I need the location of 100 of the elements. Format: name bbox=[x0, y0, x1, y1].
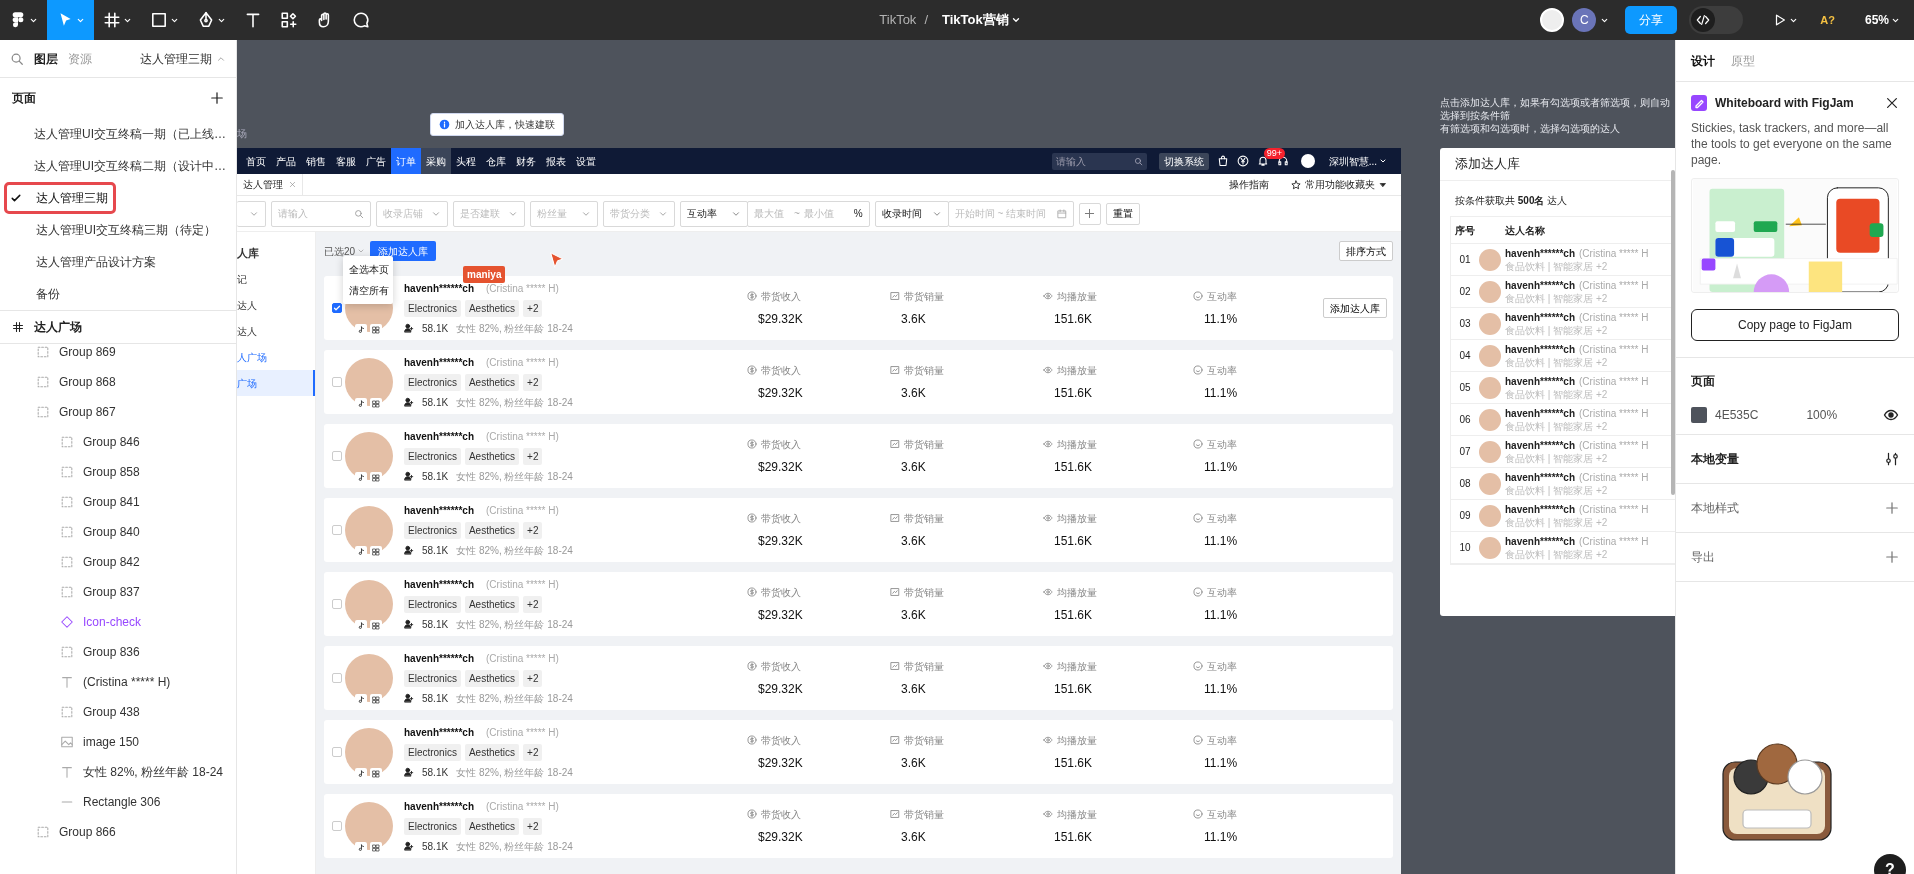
favorites-menu[interactable]: 常用功能收藏夹 bbox=[1285, 177, 1393, 192]
nav-tab[interactable]: 销售 bbox=[301, 148, 331, 174]
guide-link[interactable]: 操作指南 bbox=[1229, 177, 1269, 192]
sort-button[interactable]: 排序方式 bbox=[1339, 241, 1393, 261]
select-field[interactable] bbox=[237, 200, 266, 227]
add-filter-button[interactable] bbox=[1078, 202, 1101, 225]
section-heading[interactable]: 本地变量 bbox=[1691, 450, 1739, 468]
zoom-menu[interactable]: 65% bbox=[1858, 11, 1906, 29]
nav-tab[interactable]: 财务 bbox=[511, 148, 541, 174]
layer-item[interactable]: Icon-check bbox=[0, 607, 236, 637]
layer-item[interactable]: 女性 82%, 粉丝年龄 18-24 bbox=[0, 757, 236, 787]
nav-tab[interactable]: 仓库 bbox=[481, 148, 511, 174]
checkbox[interactable] bbox=[332, 821, 342, 831]
page-item[interactable]: 达人管理UI交互终稿一期（已上线… bbox=[0, 118, 236, 150]
color-swatch[interactable] bbox=[1691, 407, 1707, 423]
file-name-menu[interactable]: TikTok营销 bbox=[936, 10, 1027, 30]
nav-tab[interactable]: 产品 bbox=[271, 148, 301, 174]
avatar-placeholder[interactable] bbox=[1540, 8, 1565, 32]
section-heading[interactable]: 本地样式 bbox=[1691, 499, 1739, 517]
creator-handle[interactable]: havenh******ch bbox=[404, 354, 475, 370]
nav-tab[interactable]: 采购 bbox=[421, 148, 451, 174]
layer-item[interactable]: (Cristina ***** H) bbox=[0, 667, 236, 697]
scrollbar[interactable] bbox=[1671, 170, 1675, 495]
checkbox[interactable] bbox=[332, 673, 342, 683]
creator-handle[interactable]: havenh******ch bbox=[404, 798, 475, 814]
layer-item[interactable]: Group 840 bbox=[0, 517, 236, 547]
section-heading[interactable]: 导出 bbox=[1691, 548, 1715, 566]
nav-tab[interactable]: 报表 bbox=[541, 148, 571, 174]
search-field[interactable]: 请输入 bbox=[1051, 152, 1147, 170]
select-field[interactable]: 收录时间 bbox=[874, 200, 949, 227]
sidebar-item[interactable]: 记 bbox=[237, 266, 315, 292]
layer-item[interactable]: image 150 bbox=[0, 727, 236, 757]
layer-item[interactable]: Group 867 bbox=[0, 397, 236, 427]
menu-item[interactable]: 清空所有 bbox=[343, 280, 393, 301]
range-field[interactable]: 最大值 ~ 最小值 % bbox=[747, 200, 870, 227]
text-input[interactable]: 开始时间 ~ 结束时间 bbox=[954, 206, 1053, 221]
nav-tab[interactable]: 客服 bbox=[331, 148, 361, 174]
search-field[interactable]: 请输入 bbox=[271, 200, 371, 227]
text-input[interactable]: 收录店铺 bbox=[383, 206, 427, 221]
creator-handle[interactable]: havenh******ch bbox=[404, 576, 475, 592]
page-tab[interactable]: 达人管理 bbox=[237, 173, 303, 196]
color-hex-value[interactable]: 4E535C bbox=[1715, 406, 1759, 424]
creator-handle[interactable]: havenh******ch bbox=[404, 280, 475, 296]
page-item[interactable]: 达人管理UI交互终稿三期（待定） bbox=[0, 214, 236, 246]
sidebar-item[interactable]: 人广场 bbox=[237, 344, 315, 370]
page-item[interactable]: 达人管理三期 bbox=[0, 182, 236, 214]
reset-button[interactable]: 重置 bbox=[1105, 202, 1140, 225]
yen-icon[interactable] bbox=[1236, 155, 1249, 167]
date-range-field[interactable]: 开始时间 ~ 结束时间 bbox=[947, 200, 1074, 227]
sliders-icon[interactable] bbox=[1885, 451, 1899, 467]
layer-item[interactable]: Rectangle 306 bbox=[0, 787, 236, 817]
company-menu[interactable]: 深圳智慧... bbox=[1322, 153, 1393, 169]
page-item[interactable]: 达人管理产品设计方案 bbox=[0, 246, 236, 278]
plus-icon[interactable] bbox=[210, 91, 224, 105]
add-to-library-button[interactable]: 添加达人库 bbox=[370, 241, 437, 261]
eye-icon[interactable] bbox=[1883, 407, 1899, 423]
bell-icon[interactable] bbox=[1256, 155, 1269, 167]
nav-tab[interactable]: 首页 bbox=[241, 148, 271, 174]
layer-item[interactable]: Group 869 bbox=[0, 337, 236, 367]
creator-handle[interactable]: havenh******ch bbox=[404, 502, 475, 518]
nav-tab[interactable]: 订单 bbox=[391, 148, 421, 174]
shopping-bag-icon[interactable] bbox=[1216, 155, 1229, 167]
page-item[interactable]: 备份 bbox=[0, 278, 236, 310]
dev-mode-toggle[interactable] bbox=[1689, 6, 1744, 34]
frame-layer[interactable]: 达人广场 bbox=[34, 318, 82, 336]
text-input[interactable]: 最小值 bbox=[803, 206, 850, 221]
add-to-library-button[interactable]: 添加达人库 bbox=[1323, 298, 1387, 318]
creator-handle[interactable]: havenh******ch bbox=[404, 650, 475, 666]
sidebar-item[interactable]: 达人 bbox=[237, 292, 315, 318]
layer-item[interactable]: Group 438 bbox=[0, 697, 236, 727]
nav-tab[interactable]: 广告 bbox=[361, 148, 391, 174]
page-item[interactable]: 达人管理UI交互终稿二期（设计中… bbox=[0, 150, 236, 182]
layer-item[interactable]: Group 841 bbox=[0, 487, 236, 517]
project-name[interactable]: TikTok bbox=[879, 10, 917, 30]
user-avatar[interactable]: C bbox=[1572, 8, 1597, 32]
layer-item[interactable]: Group 868 bbox=[0, 367, 236, 397]
search-icon[interactable] bbox=[10, 51, 24, 66]
layer-item[interactable]: Group 836 bbox=[0, 637, 236, 667]
panel-tab[interactable]: 图层 bbox=[34, 49, 58, 68]
headset-icon[interactable] bbox=[1276, 155, 1289, 167]
close-icon[interactable] bbox=[1885, 96, 1899, 110]
page-switcher[interactable]: 达人管理三期 bbox=[140, 49, 226, 68]
switch-system-button[interactable]: 切换系统 bbox=[1158, 152, 1209, 170]
checkbox[interactable] bbox=[332, 599, 342, 609]
checkbox[interactable] bbox=[332, 451, 342, 461]
select-field[interactable]: 粉丝量 bbox=[530, 200, 598, 227]
creator-handle[interactable]: havenh******ch bbox=[404, 428, 475, 444]
opacity-value[interactable]: 100% bbox=[1806, 406, 1838, 424]
layer-item[interactable]: Group 837 bbox=[0, 577, 236, 607]
checkbox[interactable] bbox=[332, 525, 342, 535]
checkbox[interactable] bbox=[332, 377, 342, 387]
text-input[interactable]: 粉丝量 bbox=[537, 206, 577, 221]
assist-label[interactable]: A? bbox=[1820, 11, 1835, 29]
layer-item[interactable]: Group 866 bbox=[0, 817, 236, 847]
panel-tab[interactable]: 设计 bbox=[1691, 51, 1715, 70]
nav-tab[interactable]: 头程 bbox=[451, 148, 481, 174]
text-input[interactable]: 最大值 bbox=[754, 206, 790, 221]
select-field[interactable]: 收录店铺 bbox=[376, 200, 448, 227]
layer-item[interactable]: Group 846 bbox=[0, 427, 236, 457]
copy-to-figjam-button[interactable]: Copy page to FigJam bbox=[1691, 309, 1899, 341]
